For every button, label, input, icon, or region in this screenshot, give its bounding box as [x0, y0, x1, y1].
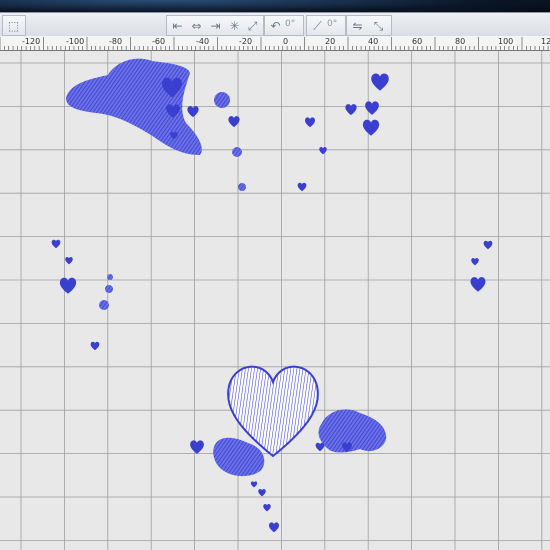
ruler-label: -60	[152, 37, 166, 46]
heart-motif[interactable]	[51, 239, 61, 249]
tool-group-transform: ⇋ ⤡	[346, 15, 392, 36]
ruler-label: 80	[455, 37, 466, 46]
ruler-label: -120	[22, 37, 41, 46]
stitch-dot[interactable]	[107, 274, 113, 280]
tool-group-rotate: ↶ 0°	[264, 15, 304, 36]
slant-value[interactable]: 0°	[327, 19, 337, 29]
small-hearts	[51, 73, 493, 533]
tool-group-slant: ⟋ 0°	[306, 15, 346, 36]
stitch-cloud-top-left[interactable]	[66, 58, 202, 156]
ruler-label: 20	[325, 37, 336, 46]
heart-motif[interactable]	[190, 440, 204, 454]
ruler-label: 40	[368, 37, 379, 46]
heart-motif[interactable]	[250, 481, 258, 488]
heart-motif[interactable]	[305, 117, 315, 128]
stitch-dot[interactable]	[232, 147, 242, 157]
ruler-label: -20	[239, 37, 253, 46]
heart-motif[interactable]	[371, 73, 389, 91]
resize-icon[interactable]: ⤡	[370, 17, 387, 34]
heart-motif[interactable]	[483, 240, 493, 250]
align-left-icon[interactable]: ⇤	[169, 17, 186, 34]
spread-icon[interactable]: ⤢	[244, 17, 261, 34]
ruler-label: -40	[196, 37, 210, 46]
heart-motif[interactable]	[65, 257, 73, 265]
mirror-icon[interactable]: ⇋	[349, 17, 366, 34]
heart-motif[interactable]	[263, 504, 271, 512]
stitch-dot[interactable]	[238, 183, 246, 191]
stitch-dot[interactable]	[214, 92, 230, 108]
select-tool-icon[interactable]: ⬚	[5, 17, 22, 34]
heart-motif[interactable]	[470, 277, 486, 292]
heart-motif[interactable]	[297, 182, 307, 192]
horizontal-ruler: -120 -100 -80 -60 -40 -20 0 20 40 60 80 …	[0, 36, 550, 51]
heart-motif[interactable]	[269, 522, 279, 533]
rotate-icon[interactable]: ↶	[267, 17, 284, 34]
ruler-label: -100	[66, 37, 85, 46]
heart-motif[interactable]	[187, 106, 199, 118]
stitch-blob-left[interactable]	[213, 437, 265, 477]
stitch-dot[interactable]	[105, 285, 113, 293]
ruler-label: 60	[412, 37, 423, 46]
edit-toolbar: ⬚ ⇤ ⇔ ⇥ ✳ ⤢ ↶ 0° ⟋ 0° ⇋ ⤡	[0, 12, 550, 38]
distribute-icon[interactable]: ✳	[226, 17, 243, 34]
slant-icon[interactable]: ⟋	[309, 17, 326, 34]
heart-motif[interactable]	[365, 101, 379, 115]
stitch-blob-right[interactable]	[318, 409, 387, 453]
canvas-grid	[0, 51, 550, 550]
heart-motif[interactable]	[315, 442, 325, 452]
ruler-label: 0	[283, 37, 289, 46]
ruler-label: 120	[541, 37, 550, 46]
align-center-icon[interactable]: ⇔	[188, 17, 205, 34]
ruler-label: -80	[109, 37, 123, 46]
rotate-value[interactable]: 0°	[285, 19, 295, 29]
stitch-dot[interactable]	[99, 300, 109, 310]
heart-motif[interactable]	[471, 258, 479, 266]
tool-group-align: ⇤ ⇔ ⇥ ✳ ⤢	[166, 15, 264, 36]
design-canvas[interactable]	[0, 51, 550, 550]
ruler-label: 100	[498, 37, 514, 46]
heart-motif[interactable]	[90, 341, 100, 351]
heart-motif[interactable]	[319, 147, 327, 155]
align-right-icon[interactable]: ⇥	[207, 17, 224, 34]
heart-motif[interactable]	[362, 119, 380, 136]
design-drawing[interactable]	[0, 51, 550, 550]
tool-group-select: ⬚	[2, 15, 26, 36]
embroidery-editor-window: ⬚ ⇤ ⇔ ⇥ ✳ ⤢ ↶ 0° ⟋ 0° ⇋ ⤡ -120 -100 -80 …	[0, 0, 550, 550]
heart-motif[interactable]	[258, 489, 266, 497]
heart-motif[interactable]	[345, 104, 357, 116]
